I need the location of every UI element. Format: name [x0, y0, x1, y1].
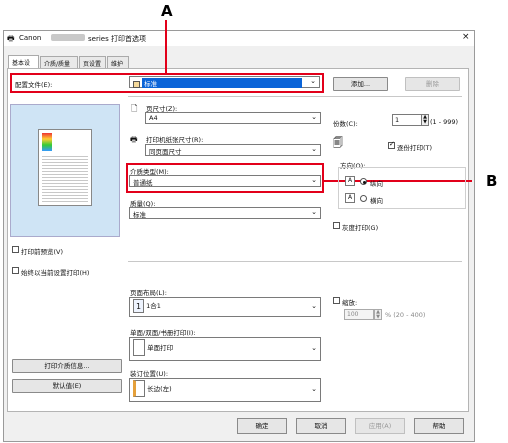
binding-label: 装订位置(U): [130, 370, 169, 378]
page-size-select[interactable]: A4 ⌄ [145, 112, 321, 124]
ok-button[interactable]: 确定 [237, 418, 287, 434]
help-button[interactable]: 帮助 [414, 418, 464, 434]
preview-label: 打印前预览(V) [21, 248, 64, 256]
defaults-button[interactable]: 默认值(E) [12, 379, 122, 393]
chevron-down-icon: ⌄ [311, 344, 317, 352]
always-print-checkbox[interactable] [12, 267, 19, 274]
landscape-label: 横向 [370, 197, 383, 205]
landscape-icon: A [345, 193, 355, 203]
scaling-input[interactable]: 100 [344, 309, 374, 320]
page-size-icon: 🗋 [131, 104, 138, 113]
layout-page-icon: 1 [133, 299, 144, 313]
copies-range: (1 - 999) [430, 118, 459, 126]
portrait-radio[interactable] [360, 178, 367, 185]
scaling-label: 缩放: [342, 299, 358, 307]
copies-label: 份数(C): [333, 120, 358, 128]
chevron-down-icon: ⌄ [311, 302, 317, 310]
binding-left-icon [133, 380, 145, 397]
grayscale-label: 灰度打印(G) [342, 224, 379, 232]
landscape-radio[interactable] [360, 195, 367, 202]
cancel-button[interactable]: 取消 [296, 418, 346, 434]
layout-value: 1合1 [146, 302, 161, 310]
media-type-select[interactable]: 普通纸 ⌄ [129, 175, 321, 187]
binding-value: 长边(左) [147, 385, 172, 393]
collate-label: 逐份打印(T) [397, 144, 433, 152]
printer-paper-icon: 🖶 [130, 135, 138, 144]
preview-checkbox[interactable] [12, 246, 19, 253]
preview-text-lines [42, 154, 88, 202]
preview-page [38, 129, 92, 206]
callout-b-letter: B [486, 172, 498, 190]
orientation-group [338, 167, 466, 209]
duplex-label: 单面/双面/书册打印(I): [130, 329, 196, 337]
grayscale-checkbox[interactable] [333, 222, 340, 229]
chevron-down-icon: ⌄ [311, 145, 317, 153]
divider [128, 261, 462, 262]
media-info-button[interactable]: 打印介质信息... [12, 359, 122, 373]
printer-paper-size-select[interactable]: 同页面尺寸 ⌄ [145, 144, 321, 156]
copies-spinner[interactable]: ▲ ▼ [421, 114, 429, 126]
collate-stack-icon: 🗐 [333, 138, 343, 149]
scaling-range: % (20 - 400) [385, 311, 426, 319]
single-page-icon [133, 339, 145, 356]
preview-image-block [42, 133, 52, 151]
portrait-icon: A [345, 176, 355, 186]
chevron-down-icon: ⌄ [311, 208, 317, 216]
quality-select[interactable]: 标准 ⌄ [129, 207, 321, 219]
collate-checkbox[interactable] [388, 140, 395, 149]
layout-select[interactable]: 1 1合1 ⌄ [129, 297, 321, 317]
layout-label: 页面布局(L): [130, 289, 167, 297]
scaling-checkbox[interactable] [333, 297, 340, 304]
always-print-label: 始终以当前设置打印(H) [21, 269, 90, 277]
portrait-label: 纵向 [370, 180, 383, 188]
printer-paper-size-label: 打印机纸张尺寸(R): [146, 136, 204, 144]
duplex-value: 单面打印 [147, 344, 174, 352]
binding-select[interactable]: 长边(左) ⌄ [129, 378, 321, 402]
chevron-down-icon: ⌄ [311, 385, 317, 393]
duplex-select[interactable]: 单面打印 ⌄ [129, 337, 321, 361]
preview-area [10, 104, 120, 237]
chevron-down-icon: ⌄ [311, 113, 317, 121]
copies-input[interactable]: 1 [392, 114, 422, 126]
scaling-spinner[interactable]: ▲ ▼ [374, 309, 382, 320]
apply-button[interactable]: 应用(A) [355, 418, 405, 434]
chevron-down-icon: ⌄ [311, 176, 317, 184]
